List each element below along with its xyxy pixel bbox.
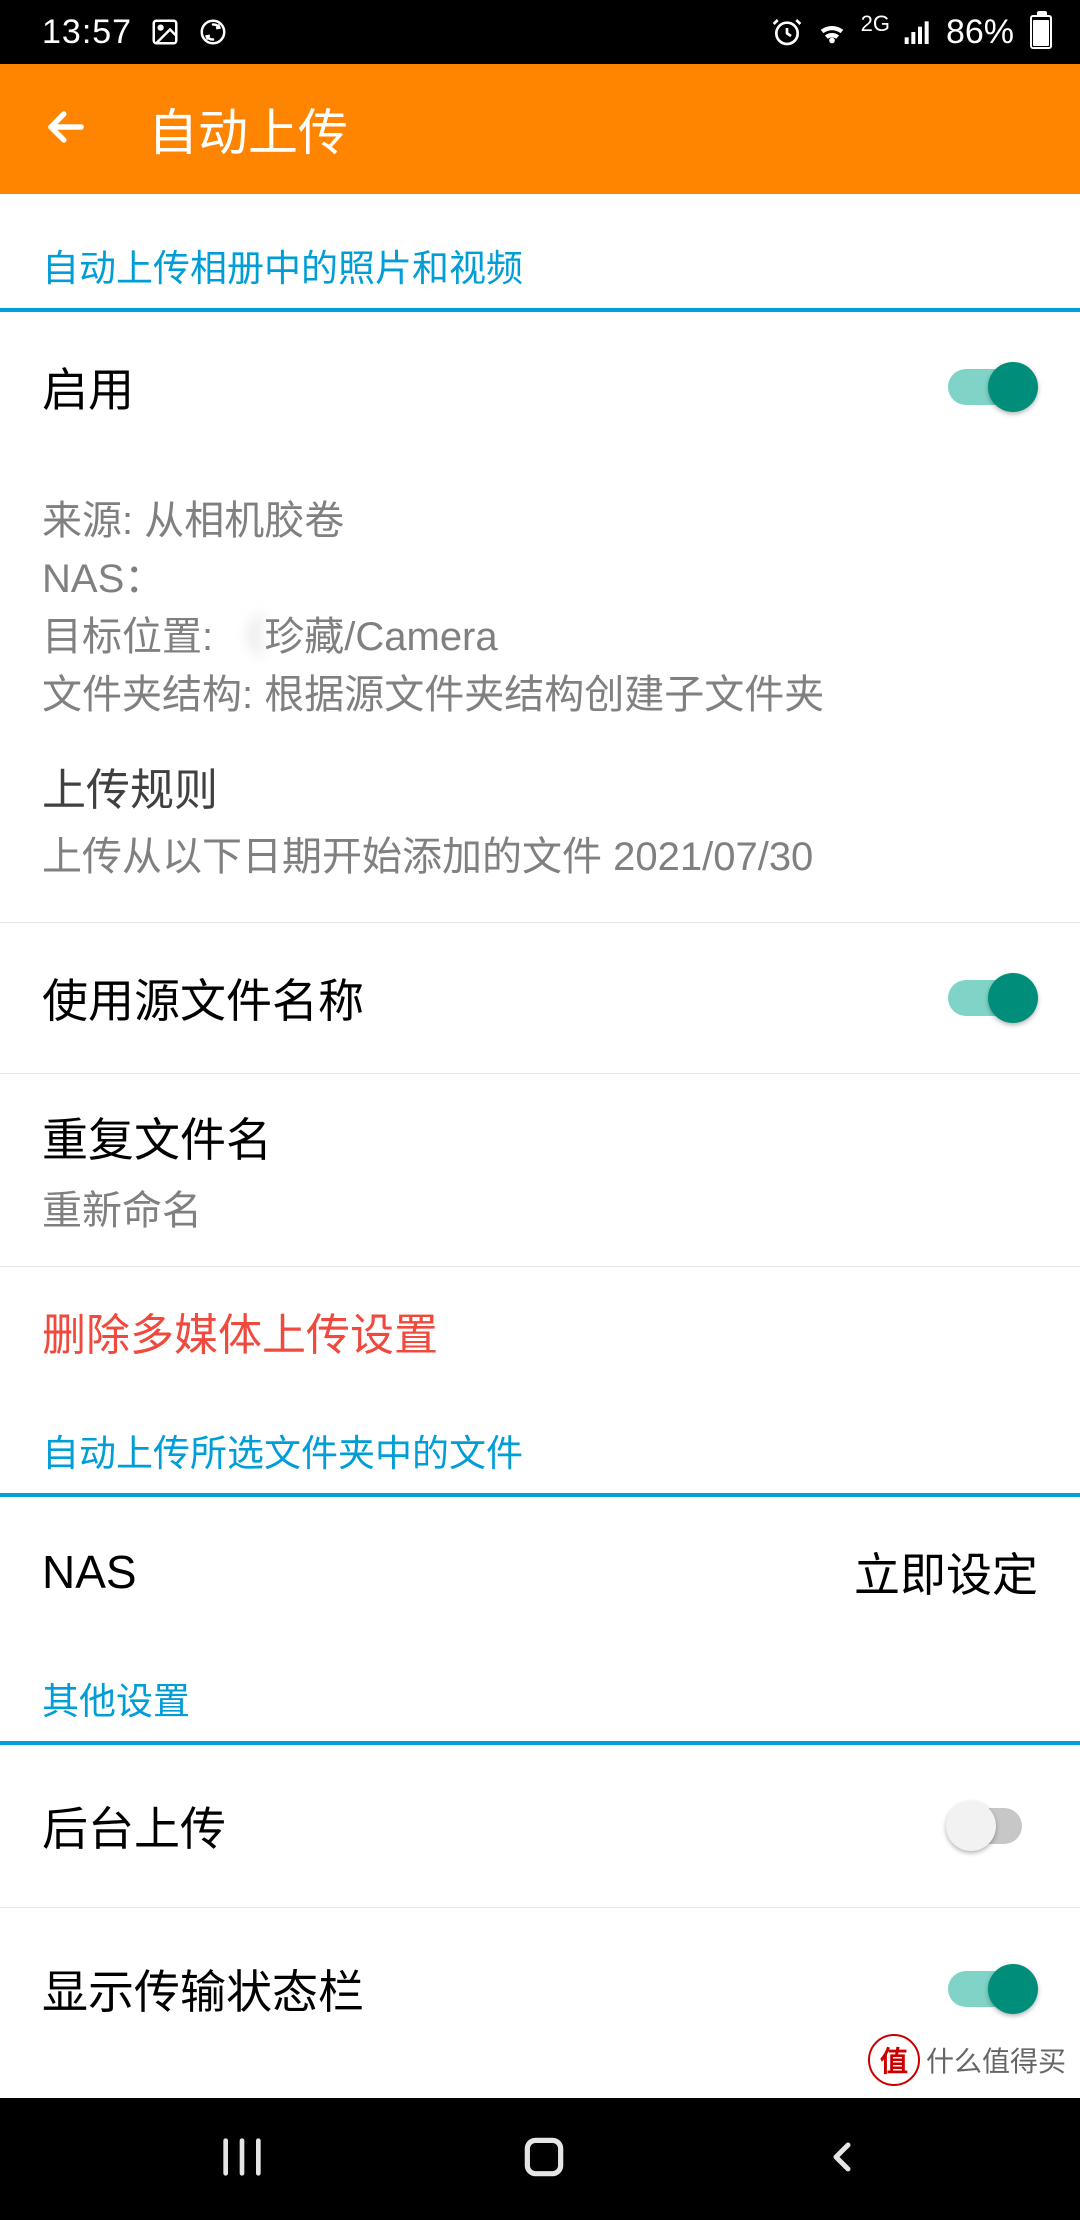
row-use-source-name[interactable]: 使用源文件名称: [0, 923, 1080, 1074]
row-nas-setup[interactable]: NAS 立即设定: [0, 1497, 1080, 1647]
signal-icon: [902, 16, 934, 48]
delete-settings-label: 删除多媒体上传设置: [42, 1299, 438, 1363]
section-header-other: 其他设置: [0, 1647, 1080, 1745]
wifi-icon: [815, 15, 849, 49]
watermark-text: 什么值得买: [926, 2040, 1066, 2080]
android-nav-bar: [0, 2098, 1080, 2220]
target-value-blurred: （: [224, 608, 264, 666]
nas-info-label: NAS：: [42, 557, 164, 601]
folder-label: 文件夹结构:: [42, 673, 253, 717]
alarm-icon: [771, 16, 803, 48]
background-upload-label: 后台上传: [42, 1793, 226, 1859]
watermark: 值 什么值得买: [868, 2034, 1066, 2086]
back-button[interactable]: [818, 2133, 866, 2186]
upload-rule-sub: 上传从以下日期开始添加的文件 2021/07/30: [42, 824, 1038, 882]
row-enable[interactable]: 启用: [0, 312, 1080, 462]
home-button[interactable]: [519, 2132, 569, 2187]
row-background-upload[interactable]: 后台上传: [0, 1745, 1080, 1908]
recent-apps-button[interactable]: [214, 2129, 270, 2190]
upload-rule-title: 上传规则: [42, 754, 1038, 818]
enable-toggle[interactable]: [948, 361, 1038, 413]
enable-label: 启用: [42, 354, 134, 420]
section-header-media-upload: 自动上传相册中的照片和视频: [0, 194, 1080, 312]
watermark-badge: 值: [868, 2034, 920, 2086]
page-title: 自动上传: [148, 93, 348, 165]
source-value: 从相机胶卷: [144, 499, 344, 543]
section-header-folder-upload: 自动上传所选文件夹中的文件: [0, 1399, 1080, 1497]
show-status-bar-toggle[interactable]: [948, 1963, 1038, 2015]
background-upload-toggle[interactable]: [948, 1800, 1038, 1852]
row-duplicate-filename[interactable]: 重复文件名 重新命名: [0, 1074, 1080, 1267]
battery-percentage: 86%: [946, 13, 1014, 52]
row-delete-settings[interactable]: 删除多媒体上传设置: [0, 1267, 1080, 1399]
sync-icon: [198, 17, 228, 47]
duplicate-title: 重复文件名: [42, 1104, 1038, 1170]
show-status-bar-label: 显示传输状态栏: [42, 1956, 364, 2022]
upload-rule-block[interactable]: 上传规则 上传从以下日期开始添加的文件 2021/07/30: [0, 744, 1080, 923]
target-value-tail: 珍藏/Camera: [264, 615, 497, 659]
folder-value: 根据源文件夹结构创建子文件夹: [264, 673, 824, 717]
back-arrow-icon[interactable]: [40, 101, 92, 158]
duplicate-sub: 重新命名: [42, 1178, 1038, 1236]
nas-label: NAS: [42, 1545, 137, 1599]
status-time: 13:57: [42, 13, 132, 52]
target-label: 目标位置:: [42, 615, 213, 659]
content-scroll[interactable]: 自动上传相册中的照片和视频 启用 来源: 从相机胶卷 NAS： 目标位置: （ …: [0, 194, 1080, 2070]
source-label: 来源:: [42, 499, 133, 543]
battery-icon: [1030, 15, 1052, 49]
nas-action-value: 立即设定: [854, 1539, 1038, 1605]
use-source-name-toggle[interactable]: [948, 972, 1038, 1024]
use-source-name-label: 使用源文件名称: [42, 965, 364, 1031]
status-bar: 13:57 2G 86%: [0, 0, 1080, 64]
image-icon: [150, 17, 180, 47]
app-bar: 自动上传: [0, 64, 1080, 194]
upload-info-block: 来源: 从相机胶卷 NAS： 目标位置: （ 珍藏/Camera 文件夹结构: …: [0, 462, 1080, 744]
network-label: 2G: [861, 13, 890, 35]
